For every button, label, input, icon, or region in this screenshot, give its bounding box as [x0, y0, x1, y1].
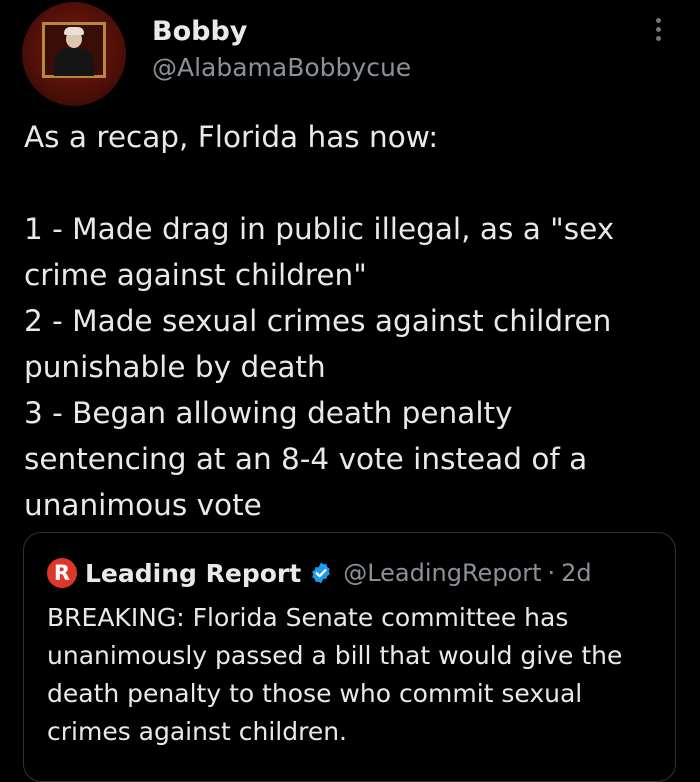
verified-badge-icon: [312, 562, 330, 584]
avatar-hat: [64, 27, 84, 35]
quoted-tweet-text: BREAKING: Florida Senate committee has u…: [47, 603, 623, 746]
quoted-tweet-header: R Leading Report @LeadingReport · 2d: [47, 557, 592, 589]
separator-dot: ·: [547, 559, 556, 587]
leading-report-logo-icon[interactable]: R: [47, 558, 77, 588]
logo-letter: R: [53, 560, 71, 585]
author-avatar[interactable]: [22, 2, 126, 106]
author-display-name[interactable]: Bobby: [152, 16, 247, 47]
avatar-shoulders: [54, 48, 94, 76]
quoted-tweet[interactable]: R Leading Report @LeadingReport · 2d BRE…: [23, 532, 676, 782]
author-handle[interactable]: @AlabamaBobbycue: [152, 53, 411, 82]
quoted-author-name[interactable]: Leading Report: [85, 559, 301, 588]
tweet-text: As a recap, Florida has now: 1 - Made dr…: [24, 120, 615, 522]
quoted-timestamp[interactable]: 2d: [561, 559, 592, 587]
tweet: Bobby @AlabamaBobbycue As a recap, Flori…: [0, 0, 700, 782]
quoted-author-handle[interactable]: @LeadingReport: [343, 559, 541, 587]
more-options-icon[interactable]: [650, 18, 666, 48]
